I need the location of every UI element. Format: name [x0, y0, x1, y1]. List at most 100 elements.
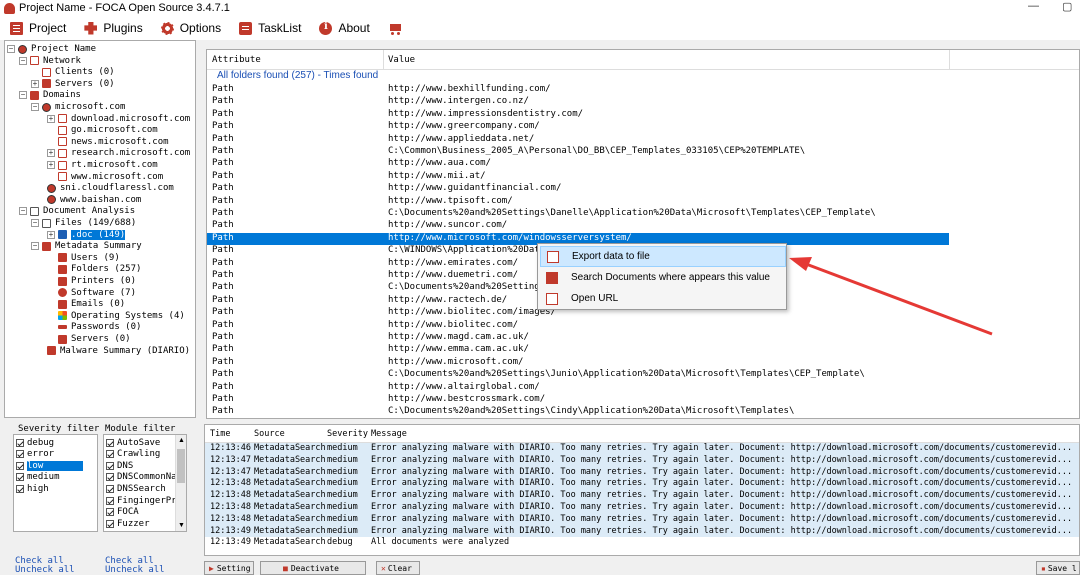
grid-col-value[interactable]: Value	[388, 55, 415, 65]
grid-row[interactable]: Path C:\Common\Business_2005_A\Personal\D…	[207, 146, 1079, 158]
tree-node-document-analysis[interactable]: − Document Analysis	[19, 205, 135, 217]
tree-node-malware-summary[interactable]: Malware Summary (DIARIO)	[47, 345, 190, 357]
tree-node-domains[interactable]: − Domains	[19, 89, 81, 101]
tree-node-domain[interactable]: sni.cloudflaressl.com	[47, 182, 174, 194]
tree-node-passwords[interactable]: Passwords (0)	[58, 321, 141, 333]
tree-node-folders[interactable]: Folders (257)	[58, 263, 141, 275]
menu-tasklist[interactable]: TaskList	[237, 17, 303, 39]
log-col-source[interactable]: Source	[254, 429, 285, 439]
tree-node-emails[interactable]: Emails (0)	[58, 298, 125, 310]
severity-filter-list[interactable]: debug error low medium high	[13, 434, 98, 532]
tree-node-users[interactable]: Users (9)	[58, 252, 120, 264]
grid-row[interactable]: Path http://www.suncor.com/	[207, 220, 1079, 232]
grid-row[interactable]: Path http://www.magd.cam.ac.uk/	[207, 332, 1079, 344]
minimize-icon[interactable]: —	[1028, 0, 1039, 12]
grid-row[interactable]: Path http://www.tpisoft.com/	[207, 196, 1079, 208]
checkbox-icon[interactable]	[106, 496, 114, 505]
log-row[interactable]: 12:13:46 MetadataSearch medium Error analyz…	[205, 443, 1079, 455]
context-item-open-url[interactable]: Open URL	[540, 288, 786, 309]
grid-row[interactable]: Path http://www.emma.cam.ac.uk/	[207, 344, 1079, 356]
log-row[interactable]: 12:13:48 MetadataSearch medium Error analyz…	[205, 502, 1079, 514]
log-row[interactable]: 12:13:47 MetadataSearch medium Error analyz…	[205, 466, 1079, 479]
grid-row[interactable]: Path http://www.mii.at/	[207, 171, 1079, 183]
checkbox-icon[interactable]	[106, 461, 114, 470]
tree-node-servers[interactable]: + Servers (0)	[31, 78, 115, 90]
tree-node-project[interactable]: − Project Name	[7, 43, 96, 55]
tree-node-printers[interactable]: Printers (0)	[58, 275, 136, 287]
menu-about[interactable]: About	[317, 17, 371, 39]
grid-row[interactable]: Path http://www.microsoft.com/	[207, 357, 1079, 369]
tree-node-servers-meta[interactable]: Servers (0)	[58, 333, 131, 345]
module-filter-list[interactable]: AutoSave Crawling DNS DNSCommonName DNSS…	[103, 434, 187, 532]
grid-row[interactable]: Path http://www.biolitec.com/	[207, 320, 1079, 332]
maximize-icon[interactable]: ▢	[1062, 0, 1072, 13]
tree-node-files[interactable]: − Files (149/688)	[31, 217, 136, 229]
menu-plugins[interactable]: Plugins	[82, 17, 144, 39]
module-item[interactable]: Crawling	[106, 449, 160, 460]
tree-node-doc-type[interactable]: + .doc (149)	[47, 229, 126, 241]
log-row[interactable]: 12:13:48 MetadataSearch medium Error analyz…	[205, 513, 1079, 526]
tree-node-clients[interactable]: Clients (0)	[42, 66, 115, 78]
checkbox-icon[interactable]	[16, 438, 24, 447]
tree-node-domain-microsoft[interactable]: − microsoft.com	[31, 101, 125, 113]
grid-row[interactable]: Path C:\Documents%20and%20Settings\Danell…	[207, 208, 1079, 220]
chevron-up-icon[interactable]: ▲	[178, 437, 185, 444]
module-item[interactable]: DNSSearch	[106, 483, 166, 494]
checkbox-icon[interactable]	[16, 484, 24, 493]
checkbox-icon[interactable]	[106, 484, 114, 493]
log-row[interactable]: 12:13:47 MetadataSearch medium Error analyz…	[205, 454, 1079, 467]
checkbox-icon[interactable]	[106, 508, 114, 517]
checkbox-icon[interactable]	[106, 473, 114, 482]
tree-node-host[interactable]: + download.microsoft.com	[47, 113, 190, 125]
severity-item-low[interactable]: low	[16, 460, 84, 471]
checkbox-icon[interactable]	[106, 519, 114, 528]
grid-row[interactable]: Path http://www.bexhillfunding.com/	[207, 84, 1079, 96]
tree-node-domain[interactable]: www.baishan.com	[47, 194, 141, 206]
severity-item-high[interactable]: high	[16, 483, 49, 494]
tree-node-host[interactable]: news.microsoft.com	[58, 136, 169, 148]
save-log-button[interactable]: ▪ Save l	[1036, 561, 1080, 575]
checkbox-icon[interactable]	[106, 450, 114, 459]
menu-options[interactable]: Options	[159, 17, 223, 39]
scrollbar-thumb[interactable]	[177, 449, 185, 483]
checkbox-icon[interactable]	[16, 473, 24, 482]
module-item[interactable]: AutoSave	[106, 437, 160, 448]
tree-node-host[interactable]: www.microsoft.com	[58, 171, 163, 183]
log-row[interactable]: 12:13:48 MetadataSearch medium Error analyz…	[205, 490, 1079, 502]
log-col-message[interactable]: Message	[371, 429, 407, 439]
log-row[interactable]: 12:13:49 MetadataSearch medium Error analyz…	[205, 525, 1079, 538]
tree-node-host[interactable]: go.microsoft.com	[58, 124, 158, 136]
clear-button[interactable]: ✕ Clear	[376, 561, 420, 575]
severity-item-error[interactable]: error	[16, 449, 54, 460]
module-scrollbar[interactable]: ▲ ▼	[175, 435, 186, 531]
tree-node-host[interactable]: + rt.microsoft.com	[47, 159, 158, 171]
chevron-down-icon[interactable]: ▼	[178, 522, 185, 529]
tree-node-host[interactable]: + research.microsoft.com	[47, 147, 190, 159]
grid-row[interactable]: Path http://www.guidantfinancial.com/	[207, 183, 1079, 195]
grid-row[interactable]: Path http://www.aua.com/	[207, 158, 1079, 170]
module-uncheck-all-link[interactable]: Uncheck all	[105, 565, 165, 575]
checkbox-icon[interactable]	[106, 438, 114, 447]
grid-row[interactable]: Path http://www.applieddata.net/	[207, 134, 1079, 146]
tree-node-network[interactable]: − Network	[19, 55, 81, 67]
module-item[interactable]: FOCA	[106, 507, 139, 518]
severity-item-debug[interactable]: debug	[16, 437, 54, 448]
grid-col-attribute[interactable]: Attribute	[212, 55, 261, 65]
grid-row[interactable]: Path C:\Documents%20and%20Settings\Cindy\…	[207, 406, 1079, 418]
log-row[interactable]: 12:13:49 MetadataSearch debug All documents…	[205, 537, 1079, 550]
grid-row[interactable]: Path http://www.altairglobal.com/	[207, 382, 1079, 394]
grid-row[interactable]: Path http://www.intergen.co.nz/	[207, 96, 1079, 108]
grid-row[interactable]: Path http://www.impressionsdentistry.com/	[207, 109, 1079, 121]
grid-group-header[interactable]: All folders found (257) - Times found	[217, 70, 378, 81]
log-row[interactable]: 12:13:48 MetadataSearch medium Error analyz…	[205, 478, 1079, 491]
severity-item-medium[interactable]: medium	[16, 472, 60, 483]
tree-node-operating-systems[interactable]: Operating Systems (4)	[58, 310, 185, 322]
module-item[interactable]: DNS	[106, 460, 133, 471]
menu-shop[interactable]	[386, 17, 411, 39]
grid-row[interactable]: Path http://www.bestcrossmark.com/	[207, 394, 1079, 406]
severity-uncheck-all-link[interactable]: Uncheck all	[15, 565, 75, 575]
setting-button[interactable]: ▶ Setting	[204, 561, 254, 575]
tree-node-metadata-summary[interactable]: − Metadata Summary	[31, 240, 142, 252]
context-item-search-documents[interactable]: Search Documents where appears this valu…	[540, 267, 786, 288]
checkbox-icon[interactable]	[16, 450, 24, 459]
